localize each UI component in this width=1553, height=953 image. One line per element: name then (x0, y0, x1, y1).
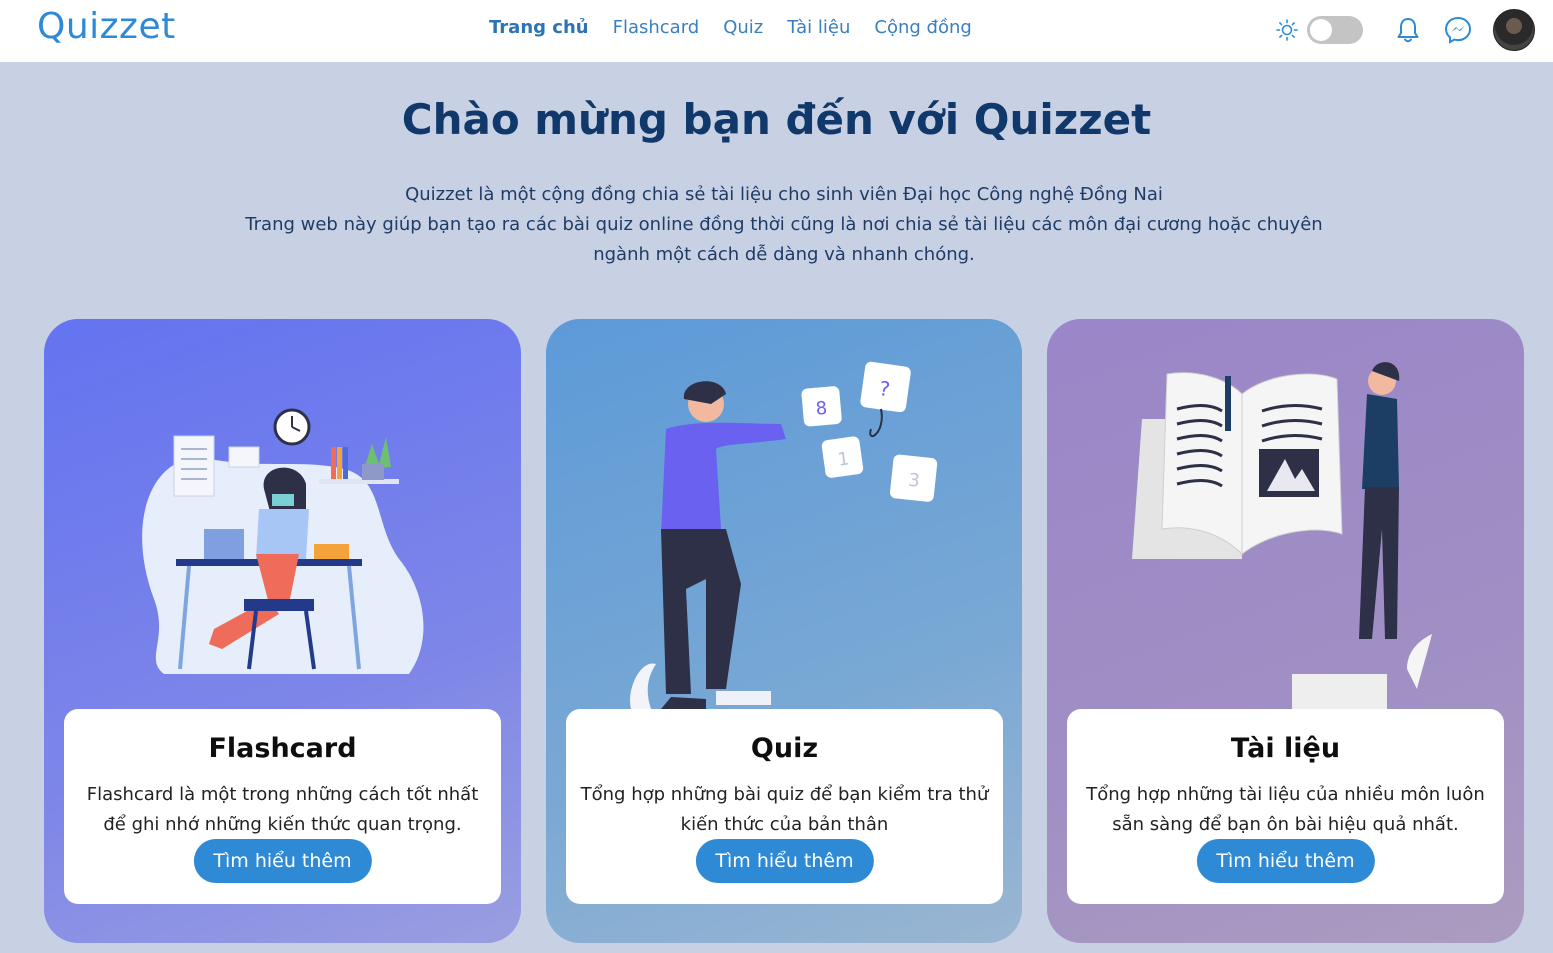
nav-link-quiz[interactable]: Quiz (723, 17, 763, 38)
flashcard-card: Flashcard Flashcard là một trong những c… (44, 319, 521, 943)
nav-link-flashcard[interactable]: Flashcard (613, 17, 700, 38)
nav-link-documents[interactable]: Tài liệu (787, 17, 850, 38)
hero-line-1: Quizzet là một cộng đồng chia sẻ tài liệ… (405, 184, 1163, 205)
theme-toggle[interactable] (1307, 16, 1363, 44)
card-description: Tổng hợp những bài quiz để bạn kiểm tra … (580, 784, 989, 835)
documents-illustration (1132, 362, 1432, 709)
flashcard-panel: Flashcard Flashcard là một trong những c… (64, 709, 501, 904)
quiz-panel: Quiz Tổng hợp những bài quiz để bạn kiểm… (566, 709, 1003, 904)
nav-link-community[interactable]: Cộng đồng (874, 17, 971, 38)
quiz-card: 8 ? 1 3 Quiz Tổng hợp những bài quiz để … (546, 319, 1022, 943)
learn-more-button[interactable]: Tìm hiểu thêm (695, 839, 874, 883)
flashcard-illustration (142, 408, 424, 674)
documents-panel: Tài liệu Tổng hợp những tài liệu của nhi… (1067, 709, 1504, 904)
quiz-illustration: 8 ? 1 3 (630, 361, 938, 709)
learn-more-button[interactable]: Tìm hiểu thêm (193, 839, 372, 883)
nav-link-home[interactable]: Trang chủ (489, 17, 589, 38)
svg-text:8: 8 (815, 398, 828, 420)
user-avatar[interactable] (1493, 9, 1535, 51)
documents-card: Tài liệu Tổng hợp những tài liệu của nhi… (1047, 319, 1524, 943)
hero-line-2: Trang web này giúp bạn tạo ra các bài qu… (245, 214, 1323, 265)
toggle-knob (1310, 19, 1332, 41)
card-title: Quiz (750, 733, 819, 764)
messenger-icon[interactable] (1443, 15, 1473, 45)
bell-icon[interactable] (1393, 15, 1423, 45)
card-description: Tổng hợp những tài liệu của nhiều môn lu… (1086, 784, 1485, 835)
quizzet-logo[interactable]: Quizzet (37, 6, 176, 47)
card-title: Tài liệu (1230, 733, 1341, 764)
nav-actions (1275, 8, 1535, 52)
card-title: Flashcard (208, 733, 357, 764)
learn-more-button[interactable]: Tìm hiểu thêm (1196, 839, 1375, 883)
sun-icon (1276, 19, 1298, 41)
svg-text:3: 3 (907, 470, 921, 492)
page-title: Chào mừng bạn đến với Quizzet (401, 95, 1152, 144)
card-description: Flashcard là một trong những cách tốt nh… (86, 784, 479, 835)
top-navbar: Quizzet Trang chủ Flashcard Quiz Tài liệ… (0, 0, 1553, 62)
hero-description: Quizzet là một cộng đồng chia sẻ tài liệ… (226, 180, 1342, 270)
main-menu: Trang chủ Flashcard Quiz Tài liệu Cộng đ… (489, 17, 972, 38)
